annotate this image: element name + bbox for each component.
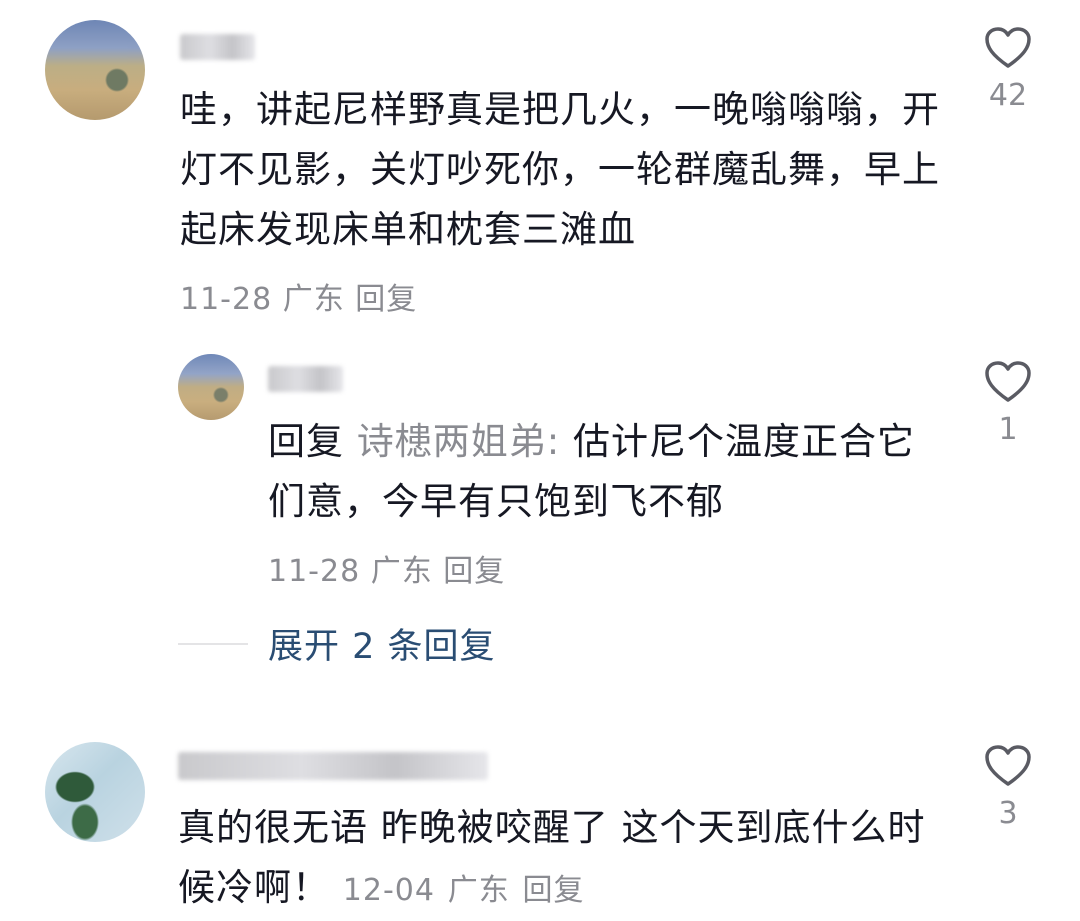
reply-button[interactable]: 回复	[522, 873, 584, 908]
like-count: 42	[988, 78, 1028, 113]
like-count: 3	[998, 796, 1018, 831]
username-blurred[interactable]	[180, 34, 255, 60]
like-button[interactable]: 3	[958, 744, 1058, 831]
comment-text: 哇，讲起尼样野真是把几火，一晚嗡嗡嗡，开灯不见影，关灯吵死你，一轮群魔乱舞，早上…	[180, 88, 940, 251]
username-blurred[interactable]	[178, 752, 488, 780]
comment-text: 真的很无语 昨晚被咬醒了 这个天到底什么时候冷啊！ 12-04 广东 回复	[178, 798, 938, 921]
heart-outline-icon[interactable]	[984, 26, 1032, 70]
avatar[interactable]	[45, 20, 145, 120]
avatar[interactable]	[178, 354, 244, 420]
comment-location: 广东	[370, 554, 433, 589]
reply-comment-text: 回复 诗槵两姐弟: 估计尼个温度正合它们意，今早有只饱到飞不郁	[268, 412, 918, 532]
comment-location: 广东	[447, 873, 510, 908]
reply-prefix: 回复	[268, 420, 344, 463]
reply-button[interactable]: 回复	[355, 282, 417, 317]
comment-date: 11-28	[180, 282, 273, 317]
avatar[interactable]	[45, 742, 145, 842]
comment-date: 11-28	[268, 554, 361, 589]
expand-replies[interactable]: 展开 2 条回复	[178, 618, 496, 669]
reply-button[interactable]: 回复	[443, 554, 505, 589]
reply-to-username[interactable]: 诗槵两姐弟:	[357, 420, 560, 463]
comment-date: 12-04	[342, 873, 435, 908]
username-blurred[interactable]	[268, 366, 343, 392]
like-button[interactable]: 42	[958, 26, 1058, 113]
divider	[178, 642, 248, 645]
like-button[interactable]: 1	[958, 360, 1058, 447]
comment-meta: 11-28 广东 回复	[268, 546, 505, 590]
expand-replies-label[interactable]: 展开 2 条回复	[268, 618, 496, 669]
comment-meta: 11-28 广东 回复	[180, 274, 417, 318]
comment-location: 广东	[282, 282, 345, 317]
heart-outline-icon[interactable]	[984, 744, 1032, 788]
like-count: 1	[998, 412, 1018, 447]
heart-outline-icon[interactable]	[984, 360, 1032, 404]
